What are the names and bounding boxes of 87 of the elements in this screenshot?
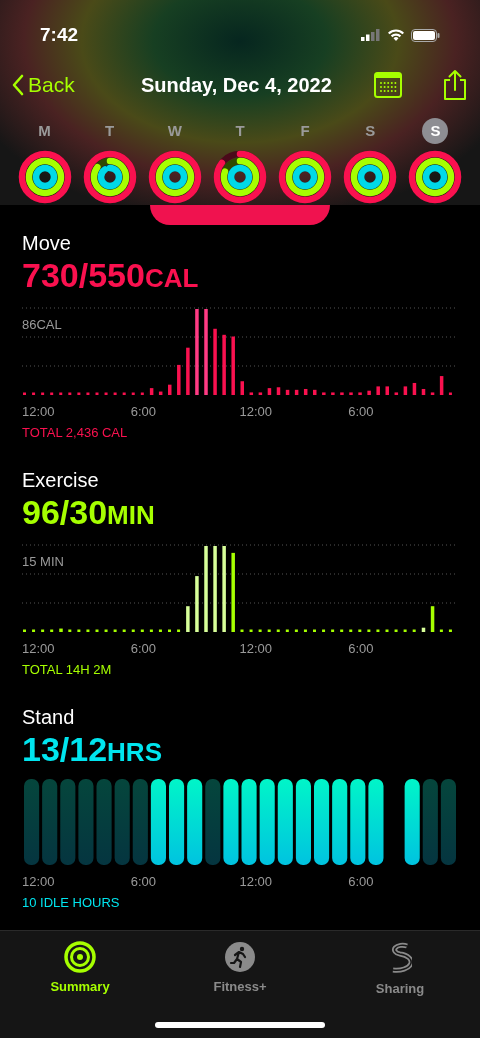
scale-label: 15 MIN <box>22 553 64 571</box>
axis-label: 6:00 <box>130 403 158 421</box>
bar <box>421 627 426 632</box>
bar <box>421 389 426 395</box>
bar <box>303 389 308 395</box>
axis-label: 6:00 <box>348 640 375 658</box>
axis-label: 12:00 <box>239 640 274 658</box>
share-icon[interactable] <box>442 69 468 101</box>
back-button[interactable]: Back <box>12 69 75 101</box>
rings-icon <box>64 941 96 973</box>
weekday-label[interactable]: W <box>161 118 188 144</box>
axis-label: 6:00 <box>130 640 158 658</box>
bar <box>186 606 190 632</box>
total-label: TOTAL 2,436 CAL <box>22 423 129 442</box>
bar <box>213 328 217 395</box>
axis-label: 6:00 <box>130 873 158 891</box>
bar <box>349 392 353 395</box>
bar <box>195 576 199 632</box>
bar <box>358 392 362 395</box>
bar <box>59 628 63 632</box>
bar <box>276 387 281 395</box>
bar <box>168 384 172 395</box>
section-title: Move <box>22 231 72 256</box>
chevron-left-icon <box>12 74 24 96</box>
goal-value: 13/12HRS <box>22 730 163 770</box>
signal-icon <box>361 29 381 41</box>
bar <box>240 381 244 395</box>
bar <box>367 390 371 395</box>
bar <box>394 392 399 395</box>
bar <box>222 334 226 395</box>
bar <box>186 347 190 395</box>
weekday-label[interactable]: M <box>31 118 58 144</box>
goal-value: 730/550CAL <box>22 256 200 296</box>
axis-label: 12:00 <box>239 873 274 891</box>
weekday-label[interactable]: T <box>227 118 253 144</box>
activity-rings-icon[interactable] <box>408 150 463 204</box>
bar <box>331 392 335 395</box>
calendar-icon[interactable] <box>374 72 402 98</box>
activity-rings-icon[interactable] <box>82 150 137 204</box>
activity-rings-icon[interactable] <box>147 150 202 204</box>
weekday-label[interactable]: S <box>422 118 449 144</box>
bar <box>403 386 408 395</box>
bar <box>149 388 154 395</box>
section-title: Exercise <box>22 468 100 493</box>
weekday-label[interactable]: S <box>357 118 384 144</box>
goal-value: 96/30MIN <box>22 493 156 533</box>
battery-icon <box>411 28 440 42</box>
bar <box>294 389 299 395</box>
axis-label: 12:00 <box>22 403 56 421</box>
bar <box>439 376 444 395</box>
bar <box>249 392 254 395</box>
bar <box>376 386 380 395</box>
bar <box>158 391 163 395</box>
bar <box>267 388 272 395</box>
bar <box>285 389 290 395</box>
activity-rings-icon[interactable] <box>213 150 267 204</box>
bar <box>322 392 326 395</box>
activity-rings-icon[interactable] <box>17 150 72 204</box>
activity-rings-icon[interactable] <box>278 150 333 204</box>
bar <box>340 392 344 395</box>
bar <box>430 606 435 632</box>
bar <box>231 336 235 395</box>
status-time: 7:42 <box>40 22 79 47</box>
tab[interactable]: Sharing <box>320 941 480 999</box>
bar <box>258 392 263 395</box>
date-title: Sunday, Dec 4, 2022 <box>140 73 332 98</box>
weekday-label[interactable]: F <box>292 118 319 144</box>
axis-label: 12:00 <box>22 640 56 658</box>
axis-label: 12:00 <box>22 873 56 891</box>
axis-label: 6:00 <box>348 873 375 891</box>
section-title: Stand <box>22 705 76 730</box>
axis-label: 12:00 <box>239 403 274 421</box>
bar <box>177 364 181 395</box>
wifi-icon <box>387 28 405 42</box>
total-label: TOTAL 14H 2M <box>22 660 113 679</box>
total-label: 10 IDLE HOURS <box>22 893 121 912</box>
scale-label: 86CAL <box>22 316 62 334</box>
activity-rings-icon[interactable] <box>343 150 398 204</box>
tab[interactable]: Summary <box>0 941 160 999</box>
bar <box>430 392 435 395</box>
axis-label: 6:00 <box>348 403 375 421</box>
bar <box>412 382 417 395</box>
runner-icon <box>224 941 256 973</box>
tab[interactable]: Fitness+ <box>160 941 320 999</box>
bar <box>313 389 317 395</box>
bar <box>385 386 389 395</box>
weekday-label[interactable]: T <box>96 118 123 144</box>
